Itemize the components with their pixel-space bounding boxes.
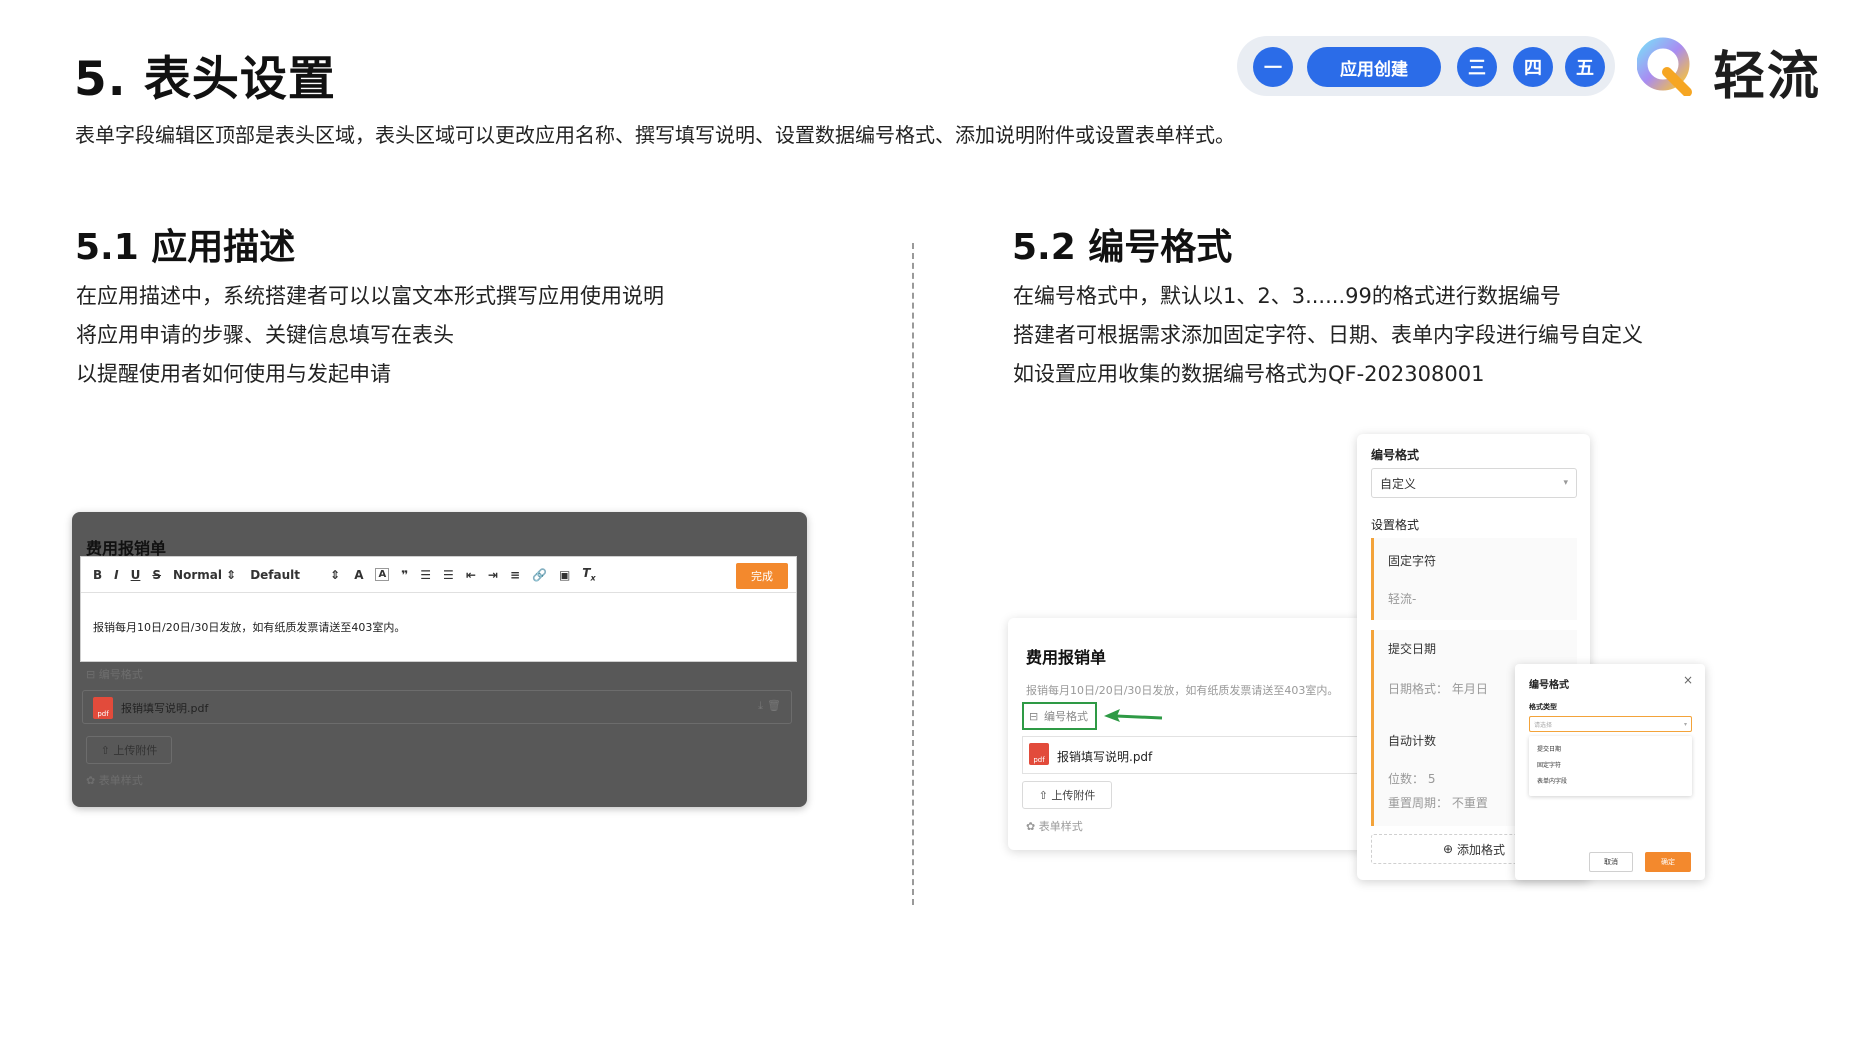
section2-line: 在编号格式中，默认以1、2、3......99的格式进行数据编号: [1013, 284, 1561, 308]
editor-content[interactable]: 报销每月10日/20日/30日发放，如有纸质发票请送至403室内。: [93, 619, 405, 635]
upload-attachment-button[interactable]: ⇧ 上传附件: [86, 736, 172, 764]
menu-option-date[interactable]: 提交日期: [1537, 744, 1561, 753]
number-format-label: 编号格式: [98, 668, 143, 681]
section2-text: 在编号格式中，默认以1、2、3......99的格式进行数据编号 搭建者可根据需…: [1013, 277, 1643, 394]
number-icon: ⊟: [1029, 709, 1039, 723]
form-style-link[interactable]: ✿ 表单样式: [86, 772, 143, 788]
attachment-row: pdf 报销填写说明.pdf ⤓ 🗑: [82, 690, 792, 724]
delete-icon[interactable]: 🗑: [767, 699, 781, 712]
section1-line: 以提醒使用者如何使用与发起申请: [76, 362, 391, 386]
number-format-link[interactable]: ⊟ 编号格式: [86, 666, 143, 682]
font-family-select[interactable]: Default ⇕: [250, 568, 340, 582]
step-1-button[interactable]: 一: [1253, 47, 1293, 87]
background-color-icon[interactable]: A: [375, 568, 390, 581]
logo-icon: [1637, 37, 1692, 96]
editor-toolbar: B I U S Normal ⇕ Default ⇕ A A ❞ ☰ ☰ ⇤ ⇥ …: [81, 557, 796, 593]
link-icon[interactable]: 🔗: [532, 568, 547, 582]
ordered-list-icon[interactable]: ☰: [420, 568, 431, 582]
attachment-name[interactable]: 报销填写说明.pdf: [1057, 748, 1152, 765]
format-type-select[interactable]: 自定义 ▾: [1371, 468, 1577, 498]
indent-decrease-icon[interactable]: ⇤: [466, 568, 476, 582]
underline-button[interactable]: U: [131, 568, 141, 582]
format-type-menu: 提交日期 固定字符 表单内字段: [1529, 736, 1692, 796]
arrow-icon: [1104, 709, 1163, 722]
bullet-list-icon[interactable]: ☰: [443, 568, 454, 582]
panel-title: 编号格式: [1371, 448, 1420, 462]
step-navigation: 一 应用创建 三 四 五: [1237, 36, 1615, 96]
section-title-app-description: 5.1 应用描述: [75, 227, 296, 268]
form-preview-card: 费用报销单 报销每月10日/20日/30日发放，如有纸质发票请送至403室内。 …: [1008, 618, 1364, 850]
number-format-field[interactable]: ⊟ 编号格式: [1022, 702, 1097, 730]
attachment-row: pdf 报销填写说明.pdf: [1022, 736, 1364, 774]
section-divider: [912, 243, 914, 905]
text-color-icon[interactable]: A: [354, 568, 363, 582]
menu-option-field[interactable]: 表单内字段: [1537, 776, 1567, 785]
date-label: 提交日期: [1388, 642, 1437, 656]
chevron-down-icon: ▾: [1683, 720, 1687, 728]
font-size-value: Normal: [173, 567, 222, 582]
step-3-button[interactable]: 三: [1457, 47, 1497, 87]
section2-line: 如设置应用收集的数据编号格式为QF-202308001: [1013, 362, 1485, 386]
dialog-title: 编号格式: [1529, 680, 1569, 691]
chevron-down-icon: ▾: [1563, 478, 1568, 488]
fixed-char-label: 固定字符: [1388, 554, 1437, 568]
counter-digits[interactable]: 位数： 5: [1388, 770, 1435, 787]
counter-label: 自动计数: [1388, 734, 1437, 748]
clear-format-icon[interactable]: Tx: [582, 566, 595, 582]
number-format-label: 编号格式: [1044, 710, 1088, 723]
upload-label: 上传附件: [1051, 789, 1096, 802]
form-style-link[interactable]: ✿ 表单样式: [1026, 818, 1083, 834]
close-icon[interactable]: ×: [1683, 673, 1693, 687]
step-2-button[interactable]: 应用创建: [1307, 47, 1441, 87]
plus-circle-icon: ⊕: [1443, 842, 1454, 856]
section2-line: 搭建者可根据需求添加固定字符、日期、表单内字段进行编号自定义: [1013, 323, 1643, 347]
logo-text: 轻流: [1713, 47, 1822, 107]
rich-text-editor: B I U S Normal ⇕ Default ⇕ A A ❞ ☰ ☰ ⇤ ⇥ …: [80, 556, 797, 662]
step-4-button[interactable]: 四: [1513, 47, 1553, 87]
date-format[interactable]: 日期格式： 年月日: [1388, 680, 1488, 697]
upload-label: 上传附件: [113, 744, 158, 757]
align-icon[interactable]: ≡: [510, 568, 520, 582]
step-5-button[interactable]: 五: [1565, 47, 1605, 87]
add-format-label: 添加格式: [1456, 842, 1505, 857]
indent-increase-icon[interactable]: ⇥: [488, 568, 498, 582]
font-family-value: Default: [250, 567, 300, 582]
bold-button[interactable]: B: [93, 568, 102, 582]
section-title-number-format: 5.2 编号格式: [1012, 227, 1233, 268]
font-size-select[interactable]: Normal ⇕: [173, 568, 236, 582]
set-format-label: 设置格式: [1371, 518, 1420, 532]
done-button[interactable]: 完成: [736, 563, 788, 589]
quote-icon[interactable]: ❞: [401, 568, 408, 582]
confirm-button[interactable]: 确定: [1645, 852, 1691, 872]
form-style-label: 表单样式: [98, 774, 143, 787]
page-title: 5. 表头设置: [74, 52, 336, 107]
strikethrough-button[interactable]: S: [152, 568, 161, 582]
page-intro: 表单字段编辑区顶部是表头区域，表头区域可以更改应用名称、撰写填写说明、设置数据编…: [75, 123, 1235, 147]
fixed-char-value[interactable]: 轻流-: [1388, 590, 1416, 607]
format-type-select[interactable]: 请选择 ▾: [1529, 716, 1692, 732]
section1-line: 在应用描述中，系统搭建者可以以富文本形式撰写应用使用说明: [76, 284, 664, 308]
section1-line: 将应用申请的步骤、关键信息填写在表头: [76, 323, 454, 347]
pdf-icon: pdf: [1029, 743, 1049, 765]
upload-icon: ⇧: [1038, 788, 1048, 802]
number-format-dialog: 编号格式 × 格式类型 请选择 ▾ 提交日期 固定字符 表单内字段 取消 确定: [1515, 664, 1705, 880]
download-icon[interactable]: ⤓: [758, 699, 763, 713]
attachment-name[interactable]: 报销填写说明.pdf: [121, 700, 208, 716]
format-type-label: 格式类型: [1529, 703, 1557, 711]
format-type-value: 自定义: [1380, 476, 1417, 491]
form-title: 费用报销单: [1026, 648, 1107, 667]
menu-option-fixed[interactable]: 固定字符: [1537, 760, 1561, 769]
format-type-placeholder: 请选择: [1534, 721, 1553, 729]
upload-icon: ⇧: [100, 743, 110, 757]
form-description: 报销每月10日/20日/30日发放，如有纸质发票请送至403室内。: [1026, 684, 1339, 697]
form-style-label: 表单样式: [1038, 820, 1083, 833]
section1-text: 在应用描述中，系统搭建者可以以富文本形式撰写应用使用说明 将应用申请的步骤、关键…: [76, 277, 664, 394]
pdf-icon: pdf: [93, 697, 113, 719]
italic-button[interactable]: I: [114, 568, 118, 582]
counter-reset[interactable]: 重置周期： 不重置: [1388, 794, 1488, 811]
format-block-fixed[interactable]: 固定字符 轻流-: [1371, 538, 1577, 620]
upload-attachment-button[interactable]: ⇧ 上传附件: [1022, 781, 1112, 809]
cancel-button[interactable]: 取消: [1589, 852, 1633, 872]
image-icon[interactable]: ▣: [559, 568, 570, 582]
